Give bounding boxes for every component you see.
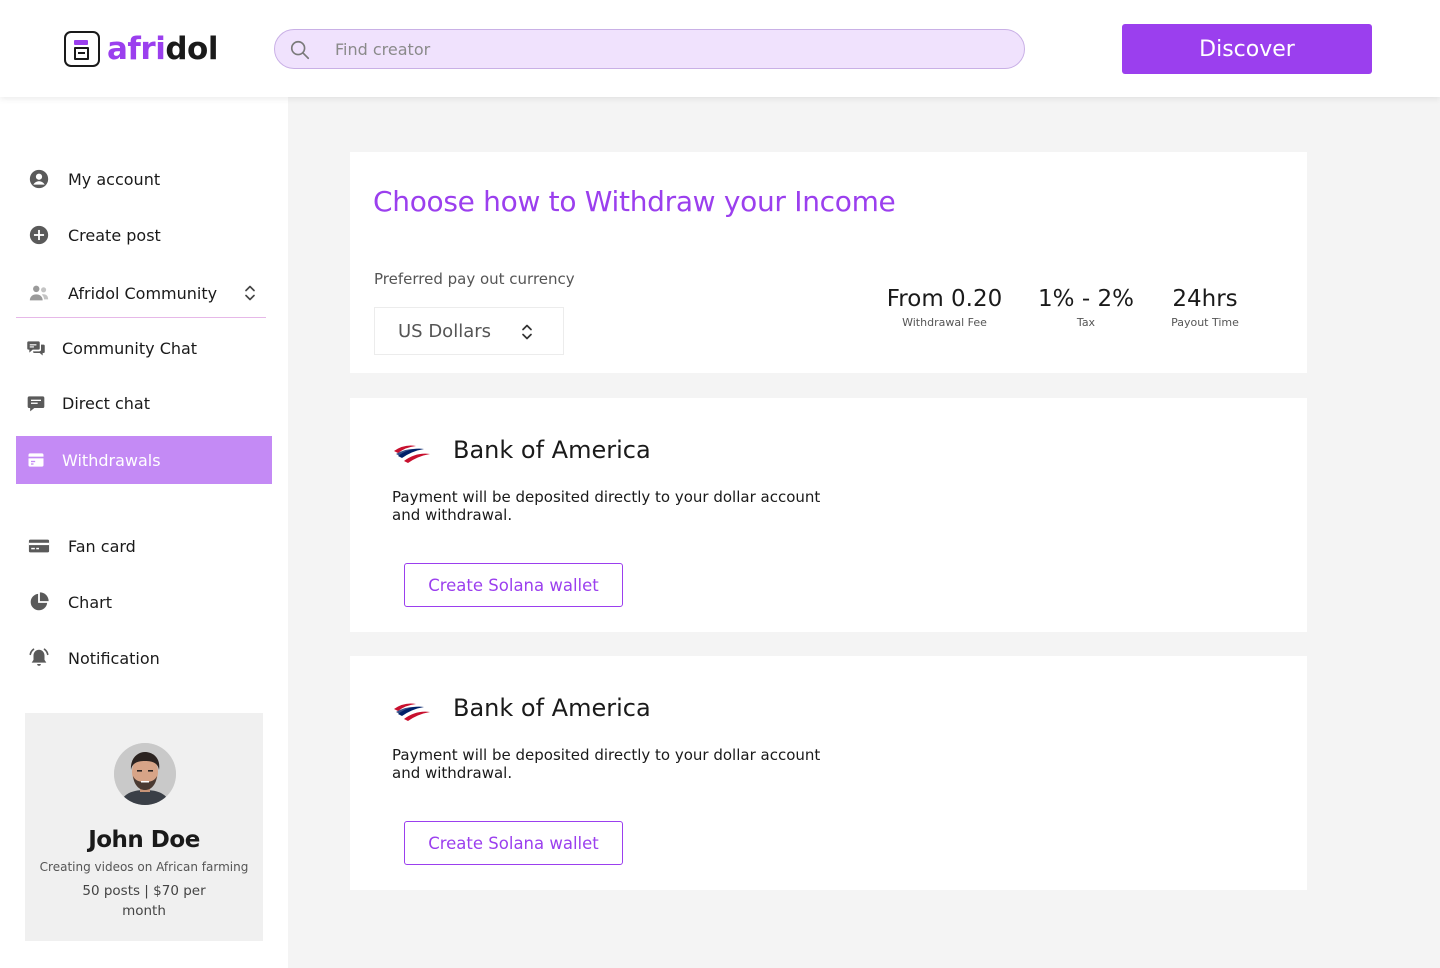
plus-circle-icon bbox=[29, 225, 49, 245]
search-bar bbox=[274, 29, 1025, 69]
avatar-image bbox=[114, 743, 176, 805]
search-input[interactable] bbox=[335, 30, 995, 68]
top-header: afridol Discover bbox=[0, 0, 1440, 97]
community-divider bbox=[16, 317, 266, 318]
profile-name: John Doe bbox=[88, 827, 200, 853]
bell-icon bbox=[29, 648, 49, 666]
withdraw-options-card: Choose how to Withdraw your Income Prefe… bbox=[350, 152, 1307, 373]
sidebar-item-label: Chart bbox=[68, 592, 112, 612]
sidebar-item-direct-chat[interactable]: Direct chat bbox=[16, 379, 272, 427]
stat-label: Payout Time bbox=[1171, 316, 1239, 329]
create-solana-wallet-button[interactable]: Create Solana wallet bbox=[404, 563, 623, 607]
sidebar-item-label: Fan card bbox=[68, 536, 136, 556]
afridol-logo[interactable]: afridol bbox=[64, 31, 218, 67]
sidebar-item-label: Create post bbox=[68, 225, 161, 245]
sidebar-item-withdrawals[interactable]: Withdrawals bbox=[16, 436, 272, 484]
logo-text-part1: afri bbox=[107, 31, 166, 67]
currency-label: Preferred pay out currency bbox=[374, 270, 575, 288]
discover-button[interactable]: Discover bbox=[1122, 24, 1372, 74]
currency-select[interactable]: US Dollars bbox=[374, 307, 564, 355]
stat-label: Tax bbox=[1076, 316, 1096, 329]
sidebar-item-label: My account bbox=[68, 169, 161, 189]
avatar[interactable] bbox=[114, 743, 176, 805]
sidebar-item-label: Notification bbox=[68, 648, 160, 668]
sidebar-item-label: Direct chat bbox=[62, 393, 151, 413]
chevron-updown-icon bbox=[522, 324, 532, 340]
people-icon bbox=[29, 285, 49, 301]
chevron-updown-icon[interactable] bbox=[244, 284, 256, 302]
sidebar-item-community-chat[interactable]: Community Chat bbox=[16, 324, 272, 372]
bank-name: Bank of America bbox=[453, 694, 651, 722]
sidebar-item-notification[interactable]: Notification bbox=[16, 634, 272, 682]
chat-bubble-icon bbox=[27, 396, 45, 412]
stat-value: 24hrs bbox=[1172, 286, 1238, 312]
bank-name: Bank of America bbox=[453, 436, 651, 464]
pie-chart-icon bbox=[30, 592, 49, 611]
page-title: Choose how to Withdraw your Income bbox=[373, 185, 896, 218]
user-circle-icon bbox=[29, 169, 49, 189]
stat-label: Withdrawal Fee bbox=[902, 316, 987, 329]
profile-card: John Doe Creating videos on African farm… bbox=[25, 713, 263, 941]
search-icon[interactable] bbox=[289, 39, 311, 61]
profile-stats: 50 posts | $70 per month bbox=[82, 883, 206, 919]
withdrawal-fee-stat: From 0.20 Withdrawal Fee bbox=[872, 286, 1017, 329]
sidebar: My account Create post Afridol Community bbox=[0, 97, 288, 968]
logo-text: afridol bbox=[107, 32, 218, 66]
payout-time-stat: 24hrs Payout Time bbox=[1155, 286, 1255, 329]
bank-description: Payment will be deposited directly to yo… bbox=[392, 746, 821, 782]
bank-option-card: Bank of America Payment will be deposite… bbox=[350, 398, 1307, 632]
bank-of-america-logo-icon bbox=[394, 445, 430, 463]
currency-value: US Dollars bbox=[398, 320, 492, 342]
logo-text-part2: dol bbox=[165, 31, 218, 67]
logo-icon bbox=[64, 31, 100, 67]
wallet-icon bbox=[28, 453, 44, 467]
stat-value: 1% - 2% bbox=[1038, 286, 1134, 312]
card-icon bbox=[28, 539, 50, 553]
stat-value: From 0.20 bbox=[886, 286, 1003, 312]
chat-bubbles-icon bbox=[27, 341, 45, 356]
sidebar-item-fan-card[interactable]: Fan card bbox=[16, 522, 272, 570]
bank-of-america-logo-icon bbox=[394, 703, 430, 721]
sidebar-item-chart[interactable]: Chart bbox=[16, 578, 272, 626]
bank-option-card: Bank of America Payment will be deposite… bbox=[350, 656, 1307, 890]
sidebar-item-my-account[interactable]: My account bbox=[16, 155, 272, 203]
profile-description: Creating videos on African farming bbox=[39, 860, 249, 874]
sidebar-item-label: Withdrawals bbox=[62, 450, 161, 470]
sidebar-item-afridol-community[interactable]: Afridol Community bbox=[16, 269, 272, 317]
sidebar-item-create-post[interactable]: Create post bbox=[16, 211, 272, 259]
create-solana-wallet-button[interactable]: Create Solana wallet bbox=[404, 821, 623, 865]
tax-stat: 1% - 2% Tax bbox=[1030, 286, 1142, 329]
sidebar-item-label: Community Chat bbox=[62, 338, 198, 358]
sidebar-item-label: Afridol Community bbox=[68, 283, 218, 303]
bank-description: Payment will be deposited directly to yo… bbox=[392, 488, 821, 524]
